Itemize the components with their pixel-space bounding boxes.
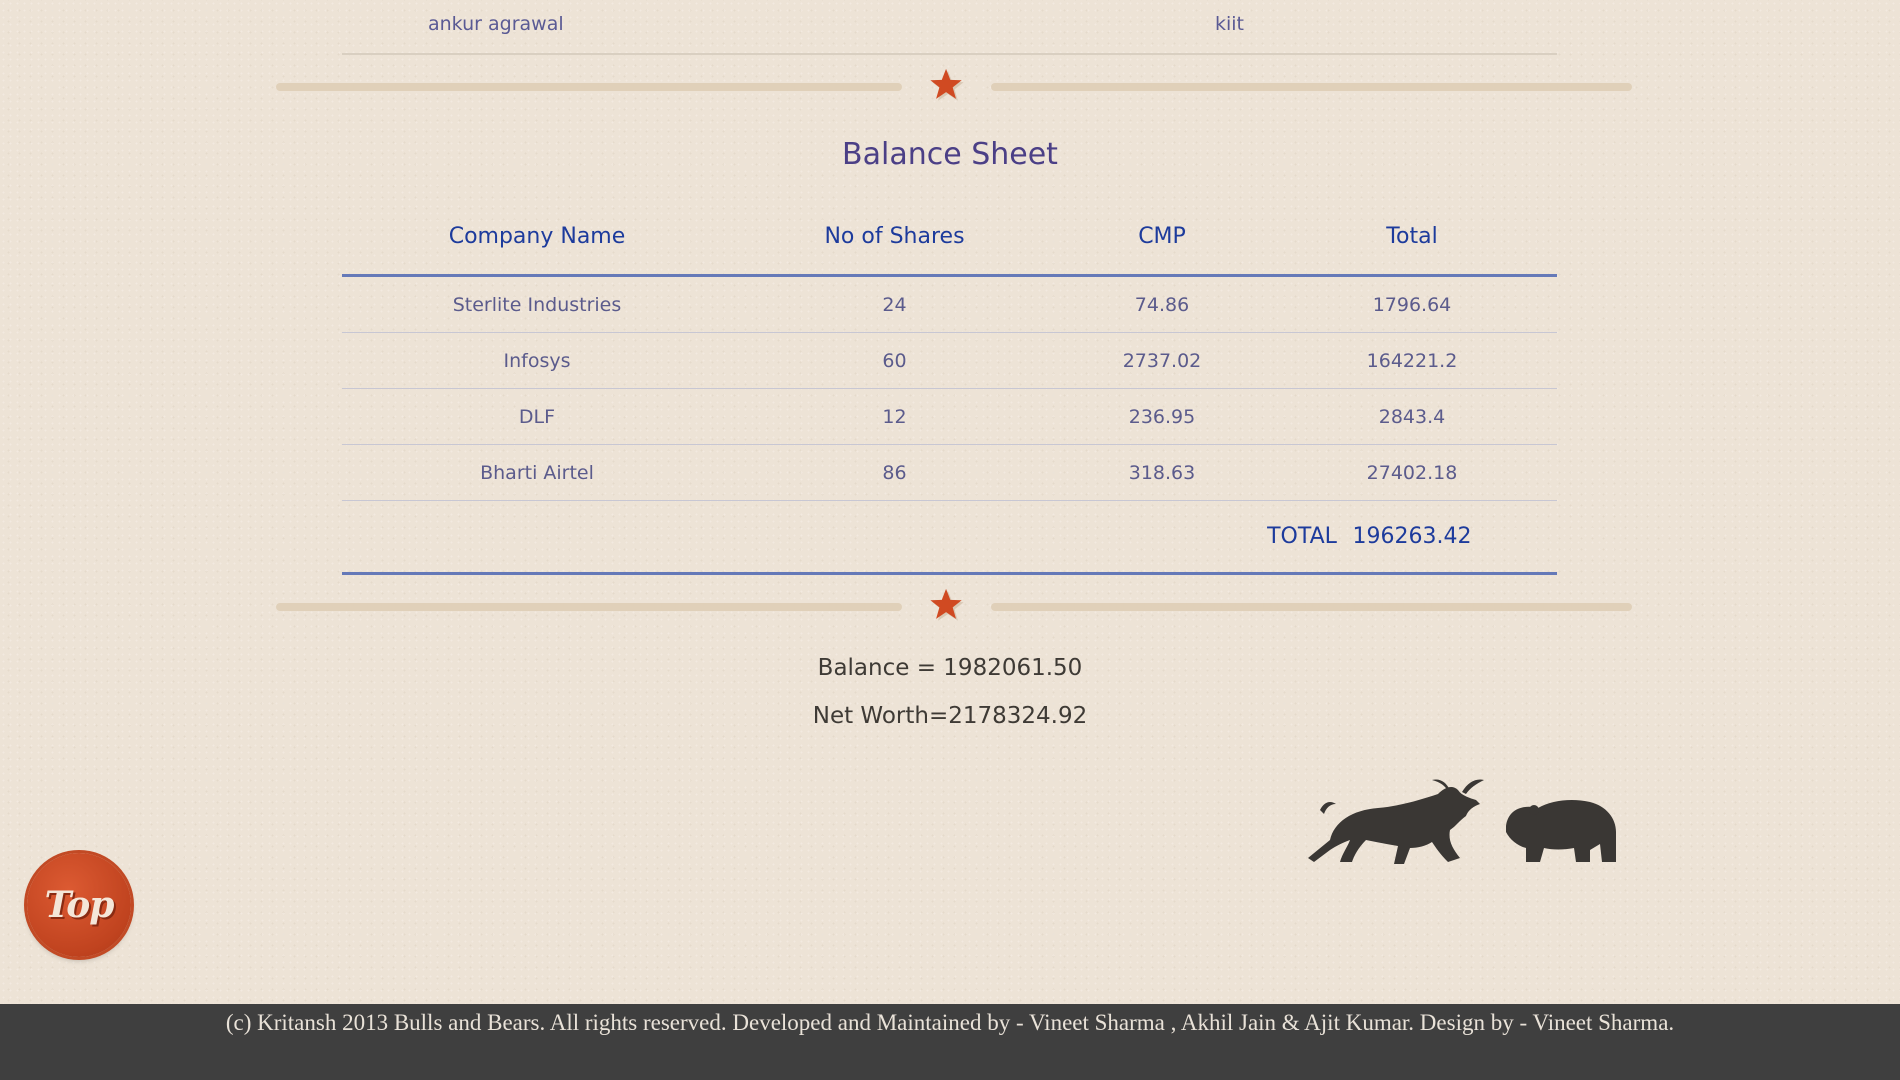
- profile-name: ankur agrawal: [428, 13, 564, 35]
- table-row: Sterlite Industries 24 74.86 1796.64: [342, 277, 1557, 333]
- profile-row: ankur agrawal kiit: [342, 0, 1557, 55]
- bull-and-bear-icon: [1308, 779, 1616, 864]
- star-divider-top: [276, 66, 1632, 106]
- star-icon: [930, 588, 964, 621]
- row-total: 164221.2: [1366, 349, 1458, 372]
- net-worth-text: Net Worth=2178324.92: [812, 703, 1088, 729]
- column-header-shares: No of Shares: [824, 223, 965, 249]
- share-count: 60: [882, 349, 907, 372]
- share-count: 12: [882, 405, 907, 428]
- current-market-price: 74.86: [1134, 293, 1190, 316]
- divider-bar-right: [991, 83, 1632, 91]
- company-name: Infosys: [503, 349, 571, 372]
- company-name: Bharti Airtel: [480, 461, 594, 484]
- star-icon: [930, 68, 964, 101]
- row-total: 2843.4: [1378, 405, 1446, 428]
- company-name: Sterlite Industries: [452, 293, 622, 316]
- current-market-price: 318.63: [1128, 461, 1196, 484]
- grand-total-value: 196263.42: [1352, 524, 1472, 549]
- row-total: 27402.18: [1366, 461, 1458, 484]
- table-total-row: TOTAL 196263.42: [342, 501, 1557, 575]
- footer: (c) Kritansh 2013 Bulls and Bears. All r…: [0, 1004, 1900, 1080]
- balance-sheet-title: Balance Sheet: [842, 137, 1058, 172]
- share-count: 24: [882, 293, 907, 316]
- divider-bar-left: [276, 83, 902, 91]
- column-header-company: Company Name: [448, 223, 626, 249]
- top-button-label: Top: [44, 884, 115, 926]
- balance-text: Balance = 1982061.50: [817, 655, 1083, 681]
- table-row: Bharti Airtel 86 318.63 27402.18: [342, 445, 1557, 501]
- divider-bar-right: [991, 603, 1632, 611]
- column-header-total: Total: [1386, 223, 1438, 249]
- scroll-to-top-button[interactable]: Top: [27, 853, 131, 957]
- column-header-cmp: CMP: [1138, 223, 1186, 249]
- divider-bar-left: [276, 603, 902, 611]
- share-count: 86: [882, 461, 907, 484]
- table-row: DLF 12 236.95 2843.4: [342, 389, 1557, 445]
- table-header: Company Name No of Shares CMP Total: [342, 208, 1557, 277]
- balance-sheet-table: Company Name No of Shares CMP Total Ster…: [342, 208, 1557, 575]
- company-name: DLF: [518, 405, 556, 428]
- star-divider-bottom: [276, 586, 1632, 626]
- profile-institute: kiit: [1215, 13, 1245, 35]
- current-market-price: 2737.02: [1122, 349, 1202, 372]
- footer-copyright: (c) Kritansh 2013 Bulls and Bears. All r…: [225, 1010, 1675, 1035]
- table-row: Infosys 60 2737.02 164221.2: [342, 333, 1557, 389]
- current-market-price: 236.95: [1128, 405, 1196, 428]
- row-total: 1796.64: [1372, 293, 1452, 316]
